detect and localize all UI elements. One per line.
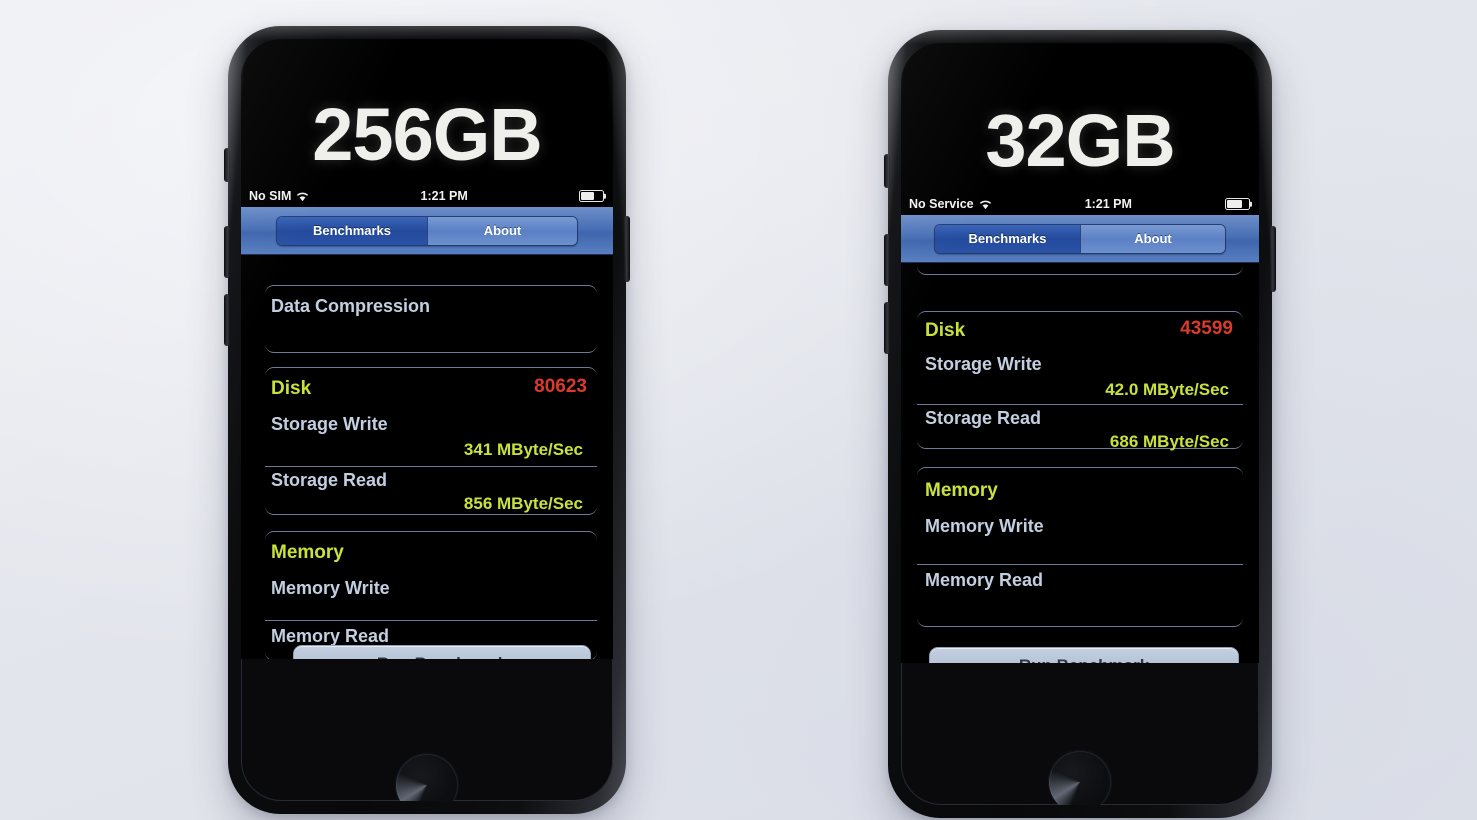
carrier-label-left: No SIM [249, 189, 292, 203]
row-label-storage-read-right[interactable]: Storage Read [925, 408, 1041, 429]
row-label-memory-write-left[interactable]: Memory Write [271, 578, 390, 599]
tab-benchmarks-left[interactable]: Benchmarks [277, 216, 427, 245]
volume-up-button-left-phone[interactable] [224, 226, 230, 278]
segmented-control-right[interactable]: Benchmarks About [934, 223, 1226, 254]
phone-left: 256GB No SIM 1:21 PM Benchmarks About Da… [224, 26, 630, 814]
score-disk-right: 43599 [1180, 318, 1233, 339]
group-disk-right: Disk 43599 Storage Write 42.0 MByte/Sec … [917, 311, 1243, 451]
capacity-label-left: 256GB [312, 93, 542, 176]
power-button-left-phone[interactable] [624, 216, 630, 282]
row-label-storage-read-left[interactable]: Storage Read [271, 470, 387, 491]
row-label-memory-read-right[interactable]: Memory Read [925, 570, 1043, 591]
status-time-left: 1:21 PM [420, 189, 468, 203]
score-disk-left: 80623 [534, 376, 587, 397]
section-header-memory-left: Memory [271, 542, 344, 563]
section-header-disk-right: Disk [925, 320, 966, 341]
row-label-memory-write-right[interactable]: Memory Write [925, 516, 1044, 537]
phone-right: 32GB No Service 1:21 PM Benchmarks About… [884, 30, 1276, 818]
battery-icon [579, 190, 604, 202]
power-button-right-phone[interactable] [1270, 226, 1276, 292]
carrier-label-right: No Service [909, 197, 974, 211]
home-button-left-phone[interactable] [396, 754, 458, 801]
volume-down-button-right-phone[interactable] [884, 302, 890, 354]
volume-down-button-left-phone[interactable] [224, 294, 230, 346]
section-header-memory-right: Memory [925, 480, 998, 501]
row-label-storage-write-left[interactable]: Storage Write [271, 414, 388, 435]
run-benchmark-button-left[interactable]: Run Benchmark [293, 645, 591, 659]
row-value-storage-write-right: 42.0 MByte/Sec [1105, 380, 1229, 399]
wifi-icon [296, 191, 309, 202]
benchmark-list-right[interactable]: Disk 43599 Storage Write 42.0 MByte/Sec … [901, 263, 1259, 663]
home-button-right-phone[interactable] [1049, 751, 1111, 805]
run-benchmark-button-right[interactable]: Run Benchmark [929, 647, 1239, 663]
tab-about-left[interactable]: About [427, 216, 577, 245]
tab-about-right[interactable]: About [1080, 224, 1225, 253]
wifi-icon [979, 199, 992, 210]
section-header-disk-left: Disk [271, 378, 312, 399]
mute-switch-right-phone[interactable] [884, 154, 890, 188]
segmented-control-left[interactable]: Benchmarks About [276, 215, 578, 246]
row-value-storage-read-right: 686 MByte/Sec [1109, 432, 1229, 451]
volume-up-button-right-phone[interactable] [884, 234, 890, 286]
battery-icon [1225, 198, 1250, 210]
mute-switch-left-phone[interactable] [224, 148, 230, 182]
app-screen-right: 32GB No Service 1:21 PM Benchmarks About… [901, 43, 1259, 663]
row-label-memory-read-left[interactable]: Memory Read [271, 626, 389, 647]
group-data-compression-left: Data Compression [265, 285, 597, 353]
group-memory-left: Memory Memory Write Memory Read [265, 531, 597, 659]
row-value-storage-write-left: 341 MByte/Sec [463, 440, 583, 459]
screen-glass-left: 256GB No SIM 1:21 PM Benchmarks About Da… [241, 39, 613, 801]
group-memory-right: Memory Memory Write Memory Read [917, 467, 1243, 627]
tab-bar-left: Benchmarks About [241, 207, 613, 255]
screen-glass-right: 32GB No Service 1:21 PM Benchmarks About… [901, 43, 1259, 805]
tab-benchmarks-right[interactable]: Benchmarks [935, 224, 1080, 253]
status-bar-left: No SIM 1:21 PM [241, 185, 613, 207]
capacity-label-right: 32GB [985, 99, 1175, 182]
row-value-storage-read-left: 856 MByte/Sec [463, 494, 583, 513]
app-screen-left: 256GB No SIM 1:21 PM Benchmarks About Da… [241, 39, 613, 659]
group-disk-left: Disk 80623 Storage Write 341 MByte/Sec S… [265, 367, 597, 515]
row-label-storage-write-right[interactable]: Storage Write [925, 354, 1042, 375]
status-time-right: 1:21 PM [1084, 197, 1132, 211]
status-bar-right: No Service 1:21 PM [901, 193, 1259, 215]
group-partial-top-right [917, 253, 1243, 275]
benchmark-list-left[interactable]: Data Compression Disk 80623 Storage Writ… [241, 255, 613, 659]
row-label-data-compression[interactable]: Data Compression [271, 296, 430, 317]
